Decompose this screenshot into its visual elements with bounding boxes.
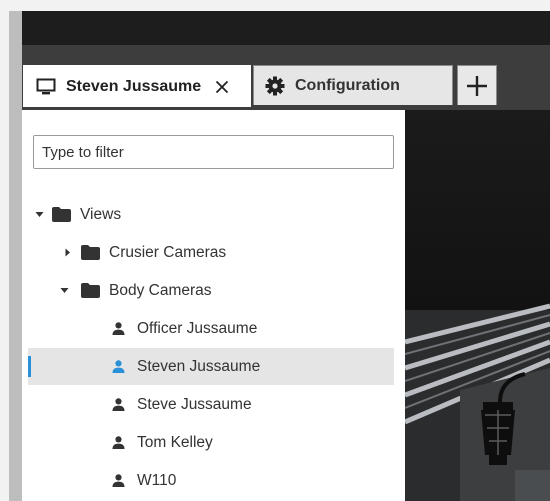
tab-configuration[interactable]: Configuration [253, 65, 453, 105]
person-icon [111, 322, 125, 335]
gear-icon [265, 76, 285, 96]
tree-node-views[interactable]: Views [28, 196, 394, 233]
close-icon[interactable] [213, 78, 231, 96]
folder-icon [81, 283, 100, 298]
camera-item-officer-jussaume[interactable]: Officer Jussaume [28, 310, 394, 347]
folder-icon [52, 207, 71, 222]
camera-label: Steve Jussaume [137, 395, 252, 413]
tree-node-crusier-cameras[interactable]: Crusier Cameras [28, 234, 394, 271]
caret-down-icon[interactable] [59, 286, 69, 296]
person-icon [111, 398, 125, 411]
tab-steven-jussaume[interactable]: Steven Jussaume [23, 65, 251, 107]
selection-indicator [28, 356, 31, 377]
add-tab-button[interactable] [457, 65, 497, 105]
tab-label: Steven Jussaume [66, 77, 202, 95]
folder-icon [81, 245, 100, 260]
camera-label: W110 [137, 471, 177, 489]
camera-label: Tom Kelley [137, 433, 213, 451]
video-feed[interactable] [405, 110, 550, 501]
person-icon [111, 436, 125, 449]
tree-node-label: Views [80, 205, 122, 223]
camera-item-w110[interactable]: W110 [28, 462, 394, 499]
camera-item-steven-jussaume[interactable]: Steven Jussaume [28, 348, 394, 385]
filter-input[interactable] [33, 135, 394, 169]
caret-down-icon[interactable] [34, 210, 44, 220]
tree-node-body-cameras[interactable]: Body Cameras [28, 272, 394, 309]
camera-label: Officer Jussaume [137, 319, 258, 337]
caret-right-icon[interactable] [62, 248, 72, 258]
person-icon [111, 474, 125, 487]
tab-label: Configuration [295, 76, 400, 94]
person-icon [111, 360, 125, 373]
tree-node-label: Body Cameras [109, 281, 212, 299]
top-bar [22, 11, 550, 45]
camera-item-steve-jussaume[interactable]: Steve Jussaume [28, 386, 394, 423]
camera-item-tom-kelley[interactable]: Tom Kelley [28, 424, 394, 461]
camera-label: Steven Jussaume [137, 357, 261, 375]
tree-node-label: Crusier Cameras [109, 243, 227, 261]
plus-icon [466, 75, 488, 97]
monitor-icon [36, 78, 56, 96]
